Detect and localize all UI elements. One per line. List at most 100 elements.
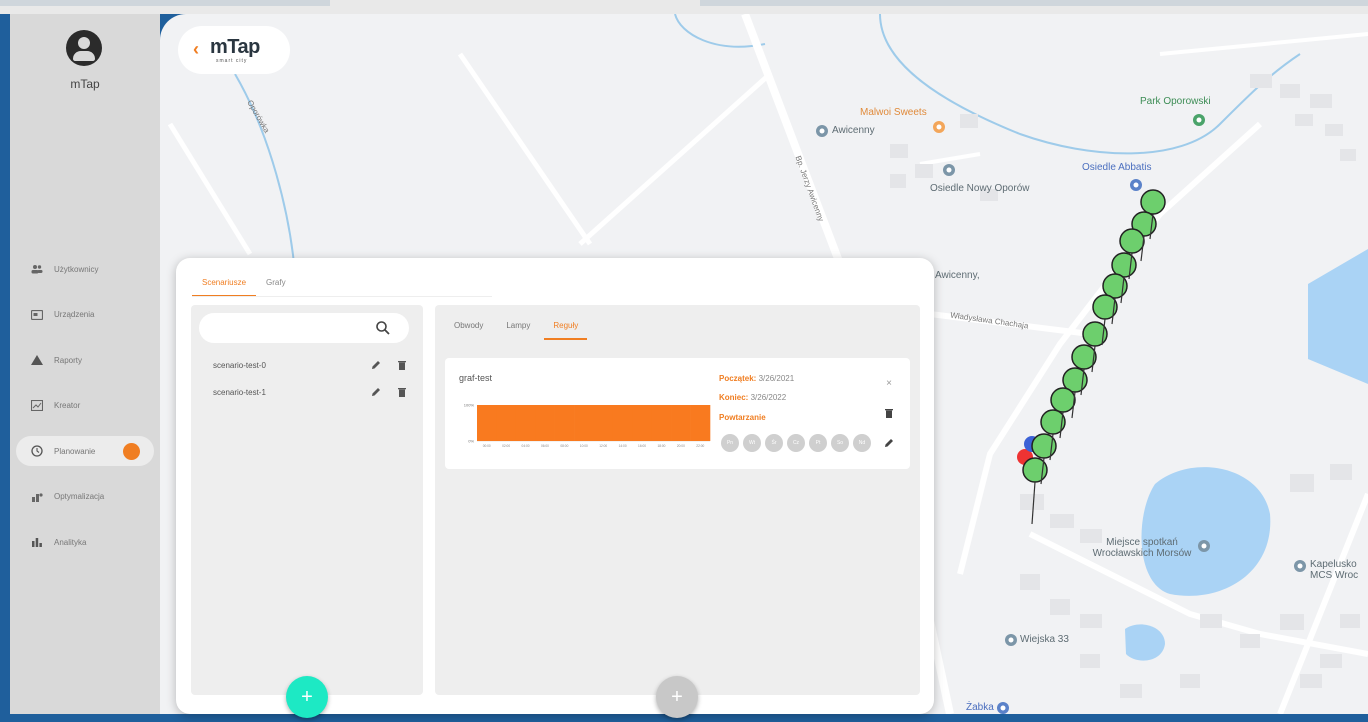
day-toggle[interactable]: Nd xyxy=(853,434,871,452)
chart-bar xyxy=(632,405,653,441)
panel-tabs: Scenariusze Grafy xyxy=(192,272,296,297)
optimize-icon xyxy=(30,490,44,504)
rule-repeat: Powtarzanie xyxy=(719,413,766,422)
sidebar-nav: Użytkownicy Urządzenia Raporty Kreator P… xyxy=(16,254,154,573)
x-tick-label: 00:00 xyxy=(483,444,491,448)
rule-title: graf-test xyxy=(459,373,493,383)
lamp-markers xyxy=(1017,189,1166,525)
day-toggle[interactable]: Wt xyxy=(743,434,761,452)
search-icon[interactable] xyxy=(375,320,391,336)
sidebar-item-optimization[interactable]: Optymalizacja xyxy=(16,482,154,512)
user-avatar-icon[interactable] xyxy=(66,30,102,66)
x-tick-label: 18:00 xyxy=(657,444,665,448)
day-toggle[interactable]: Pt xyxy=(809,434,827,452)
tab-rules[interactable]: Reguły xyxy=(544,317,588,340)
sidebar-item-creator[interactable]: Kreator xyxy=(16,391,154,421)
sidebar-item-label: Analityka xyxy=(54,537,87,547)
rule-start: Początek: 3/26/2021 xyxy=(719,374,794,383)
map-label[interactable]: Kapelusko MCS Wroc xyxy=(1310,559,1368,581)
sidebar-item-reports[interactable]: Raporty xyxy=(16,345,154,375)
sidebar-item-planning[interactable]: Planowanie xyxy=(16,436,154,466)
sidebar-item-label: Urządzenia xyxy=(54,310,95,319)
map-label[interactable]: Wiejska 33 xyxy=(1020,634,1069,645)
y-tick-label: 0% xyxy=(468,439,474,444)
pencil-icon[interactable] xyxy=(882,436,896,450)
trash-icon[interactable] xyxy=(882,406,896,420)
x-tick-label: 16:00 xyxy=(638,444,646,448)
search-input[interactable] xyxy=(211,321,361,331)
map-label[interactable]: Żabka xyxy=(966,702,994,713)
y-tick-label: 100% xyxy=(464,403,475,408)
close-icon[interactable]: × xyxy=(882,376,896,390)
trash-icon[interactable] xyxy=(395,385,409,399)
user-name: mTap xyxy=(70,77,100,91)
list-item[interactable]: scenario-test-1 xyxy=(213,384,409,400)
map-label[interactable]: Miejsce spotkań Wrocławskich Morsów xyxy=(1082,537,1202,559)
x-tick-label: 14:00 xyxy=(619,444,627,448)
start-label: Początek: xyxy=(719,374,757,383)
schedule-chart: 100% 0% 00:00 02:00 04:00 06:00 08:00 10:00 12:0… xyxy=(464,403,711,448)
trash-icon[interactable] xyxy=(395,358,409,372)
day-toggle[interactable]: Pn xyxy=(721,434,739,452)
top-bar-segment xyxy=(0,0,330,6)
sidebar-item-devices[interactable]: Urządzenia xyxy=(16,300,154,330)
end-label: Koniec: xyxy=(719,393,749,402)
sidebar-item-label: Raporty xyxy=(54,355,83,365)
chart-bar xyxy=(535,405,555,441)
map-label[interactable]: Osiedle Abbatis xyxy=(1082,162,1152,173)
app-logo: ‹ mTap smart city xyxy=(178,26,290,74)
sidebar-item-label: Użytkownicy xyxy=(54,264,99,274)
map-label[interactable]: Park Oporowski xyxy=(1140,96,1211,107)
x-tick-label: 08:00 xyxy=(560,444,568,448)
map-label[interactable]: Awicenny, xyxy=(935,270,980,281)
x-tick-label: 10:00 xyxy=(580,444,588,448)
notification-badge xyxy=(123,443,140,460)
repeat-days: Pn Wt Śr Cz Pt So Nd xyxy=(721,434,875,452)
chart-bar xyxy=(515,405,536,441)
tabs-divider xyxy=(192,296,492,297)
rule-card: graf-test 100% 0% 00:00 02:00 04:00 06:00 08:0… xyxy=(445,358,910,469)
scenario-list: scenario-test-0 scenario-test-1 xyxy=(191,305,423,695)
chart-bar xyxy=(612,405,633,441)
clock-icon xyxy=(30,444,44,458)
detail-tabs: Obwody Lampy Reguły xyxy=(445,317,592,340)
device-icon xyxy=(30,308,44,322)
tab-graphs[interactable]: Grafy xyxy=(256,272,296,297)
x-tick-label: 12:00 xyxy=(599,444,607,448)
map-label[interactable]: Osiedle Nowy Oporów xyxy=(930,183,1029,194)
search-box xyxy=(199,313,409,343)
tab-lamps[interactable]: Lampy xyxy=(497,317,539,340)
chart-bar xyxy=(574,405,594,441)
x-tick-label: 02:00 xyxy=(502,444,510,448)
pencil-icon[interactable] xyxy=(369,358,383,372)
add-rule-button[interactable]: + xyxy=(656,676,698,718)
x-tick-label: 06:00 xyxy=(541,444,549,448)
sidebar-item-users[interactable]: Użytkownicy xyxy=(16,254,154,284)
tab-scenarios[interactable]: Scenariusze xyxy=(192,272,257,297)
map-label[interactable]: Awicenny xyxy=(832,125,875,136)
pencil-icon[interactable] xyxy=(369,385,383,399)
sidebar-item-analytics[interactable]: Analityka xyxy=(16,527,154,557)
x-tick-label: 22:00 xyxy=(696,444,704,448)
chart-bar xyxy=(496,405,517,441)
chart-icon xyxy=(30,399,44,413)
chart-bar xyxy=(554,405,575,441)
list-item[interactable]: scenario-test-0 xyxy=(213,357,409,373)
day-toggle[interactable]: Śr xyxy=(765,434,783,452)
repeat-label: Powtarzanie xyxy=(719,413,766,422)
top-bar-segment xyxy=(700,0,1368,6)
rule-actions: × xyxy=(882,376,896,466)
scenario-name: scenario-test-1 xyxy=(213,387,266,397)
logo-text: mTap xyxy=(210,36,260,58)
scenario-detail: Obwody Lampy Reguły graf-test 100% 0% 00:0… xyxy=(435,305,920,695)
day-toggle[interactable]: So xyxy=(831,434,849,452)
map-label[interactable]: Malwoi Sweets xyxy=(860,107,927,118)
tab-circuits[interactable]: Obwody xyxy=(445,317,492,340)
day-toggle[interactable]: Cz xyxy=(787,434,805,452)
chart-bar xyxy=(671,405,691,441)
add-scenario-button[interactable]: + xyxy=(286,676,328,718)
x-tick-label: 04:00 xyxy=(522,444,530,448)
sidebar-item-label: Planowanie xyxy=(54,446,96,456)
chart-bar xyxy=(477,405,497,441)
rule-end: Koniec: 3/26/2022 xyxy=(719,393,786,402)
